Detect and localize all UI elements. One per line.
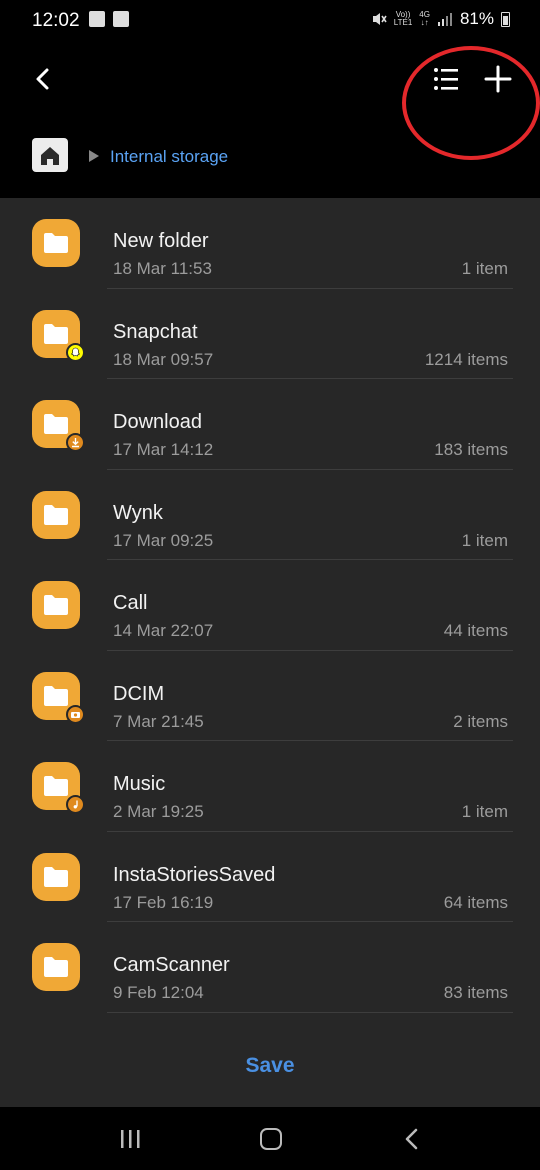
volte-indicator: Vo)) LTE1	[393, 10, 413, 27]
folder-icon	[32, 400, 85, 452]
folder-row[interactable]: Wynk 17 Mar 09:25 1 item	[0, 470, 540, 560]
list-view-button[interactable]	[430, 64, 464, 94]
folder-row[interactable]: Call 14 Mar 22:07 44 items	[0, 560, 540, 651]
folder-row[interactable]: Download 17 Mar 14:12 183 items	[0, 379, 540, 470]
back-button[interactable]	[28, 64, 58, 94]
folder-date: 9 Feb 12:04	[113, 983, 204, 1002]
folder-item-count: 1 item	[461, 259, 508, 278]
plus-icon	[484, 65, 512, 93]
back-nav-icon[interactable]	[402, 1127, 422, 1151]
folder-row[interactable]: Music 2 Mar 19:25 1 item	[0, 741, 540, 832]
folder-name: DCIM	[113, 682, 165, 705]
network-gen-indicator: 4G ↓↑	[419, 10, 430, 27]
recent-apps-icon[interactable]	[118, 1128, 142, 1150]
save-button[interactable]: Save	[200, 1054, 340, 1084]
folder-icon	[32, 671, 85, 724]
folder-name: Music	[113, 773, 166, 795]
list-icon	[434, 68, 458, 90]
signal-icon	[437, 13, 452, 26]
breadcrumb-home-button[interactable]	[32, 138, 68, 172]
folder-item-count: 83 items	[443, 983, 508, 1002]
folder-name: Download	[113, 411, 202, 433]
battery-icon	[501, 11, 510, 27]
chevron-left-icon	[36, 68, 49, 90]
row-divider	[107, 1011, 513, 1013]
folder-row[interactable]: InstaStoriesSaved 17 Feb 16:19 64 items	[0, 832, 540, 922]
folder-icon	[32, 581, 80, 629]
snapchat-ghost-icon	[66, 342, 85, 362]
add-folder-button[interactable]	[482, 63, 514, 95]
folder-date: 18 Mar 11:53	[113, 259, 212, 278]
folder-date: 17 Feb 16:19	[113, 892, 214, 912]
folder-item-count: 1 item	[461, 802, 508, 821]
music-note-icon	[66, 795, 85, 814]
folder-date: 17 Mar 14:12	[113, 440, 214, 459]
folder-row[interactable]: DCIM 7 Mar 21:45 2 items	[0, 651, 540, 741]
status-bar: 12:02 Vo)) LTE1 4G ↓↑ 81%	[0, 0, 540, 42]
folder-row[interactable]: Snapchat 18 Mar 09:57 1214 items	[0, 289, 540, 379]
folder-icon	[32, 490, 80, 539]
folder-list: New folder 18 Mar 11:53 1 item Snapchat 18 M…	[0, 198, 540, 1013]
breadcrumb-separator-icon	[89, 150, 99, 162]
home-icon	[41, 147, 59, 165]
folder-date: 2 Mar 19:25	[113, 802, 204, 821]
folder-item-count: 1 item	[461, 530, 508, 550]
folder-date: 7 Mar 21:45	[113, 711, 204, 731]
folder-row[interactable]: New folder 18 Mar 11:53 1 item	[0, 198, 540, 289]
status-time: 12:02	[32, 10, 80, 31]
status-notification-icons	[89, 11, 129, 27]
red-circle-annotation	[402, 46, 540, 160]
breadcrumb-location[interactable]: Internal storage	[110, 147, 228, 167]
folder-item-count: 44 items	[443, 621, 508, 640]
folder-name: InstaStoriesSaved	[113, 863, 276, 886]
folder-item-count: 64 items	[443, 892, 508, 912]
folder-item-count: 2 items	[453, 711, 508, 731]
folder-icon	[32, 762, 85, 814]
top-bar: Internal storage	[0, 42, 540, 198]
folder-icon	[32, 309, 85, 362]
folder-item-count: 1214 items	[424, 349, 508, 369]
wifi-notification-icon	[113, 11, 129, 27]
folder-row[interactable]: CamScanner 9 Feb 12:04 83 items	[0, 922, 540, 1013]
status-right-icons: Vo)) LTE1 4G ↓↑ 81%	[371, 9, 510, 29]
battery-percent: 81%	[459, 9, 494, 28]
folder-date: 14 Mar 22:07	[113, 621, 214, 640]
folder-name: CamScanner	[113, 954, 230, 976]
folder-icon	[32, 852, 80, 901]
folder-name: Snapchat	[113, 320, 198, 343]
folder-date: 18 Mar 09:57	[113, 349, 214, 369]
folder-name: Wynk	[113, 501, 163, 524]
folder-name: Call	[113, 592, 148, 614]
folder-icon	[32, 219, 80, 267]
home-nav-icon[interactable]	[260, 1128, 282, 1150]
folder-date: 17 Mar 09:25	[113, 530, 214, 550]
download-icon	[66, 433, 85, 452]
mute-icon	[372, 13, 387, 25]
camera-icon	[66, 704, 85, 724]
gallery-notification-icon	[89, 11, 105, 27]
folder-icon	[32, 943, 80, 991]
system-nav-bar	[0, 1107, 540, 1170]
folder-item-count: 183 items	[434, 440, 508, 459]
folder-name: New folder	[113, 230, 209, 252]
